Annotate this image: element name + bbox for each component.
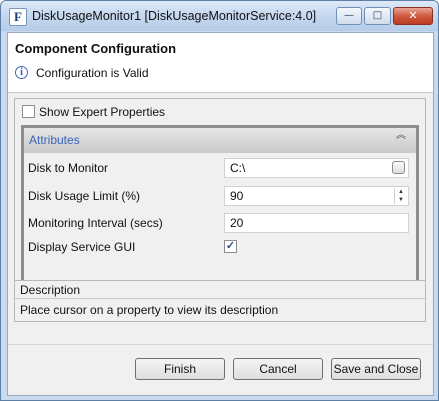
description-panel: Description Place cursor on a property t… <box>14 280 426 322</box>
description-text: Place cursor on a property to view its d… <box>20 303 279 317</box>
dialog-window: F DiskUsageMonitor1 [DiskUsageMonitorSer… <box>0 0 439 401</box>
attributes-panel: Attributes ︽ Disk to Monitor C:\ Disk Us… <box>21 125 419 297</box>
disk-usage-limit-label: Disk Usage Limit (%) <box>28 189 141 203</box>
close-button[interactable]: ✕ <box>393 7 433 25</box>
description-title: Description <box>20 283 81 297</box>
finish-button[interactable]: Finish <box>135 358 225 380</box>
disk-usage-limit-field[interactable]: 90 ▲ ▼ <box>224 186 409 206</box>
attributes-header[interactable]: Attributes ︽ <box>24 128 416 153</box>
spin-down-icon[interactable]: ▼ <box>395 196 407 204</box>
show-expert-label[interactable]: Show Expert Properties <box>39 105 165 119</box>
monitoring-interval-value: 20 <box>230 216 244 230</box>
properties-frame: Show Expert Properties Attributes ︽ Disk… <box>14 98 426 301</box>
maximize-button[interactable]: □ <box>364 7 391 25</box>
window-title: DiskUsageMonitor1 [DiskUsageMonitorServi… <box>32 9 317 23</box>
cancel-button[interactable]: Cancel <box>233 358 323 380</box>
page-title: Component Configuration <box>15 41 177 56</box>
disk-to-monitor-label: Disk to Monitor <box>28 161 109 175</box>
display-service-gui-checkbox[interactable]: ✓ <box>224 240 237 253</box>
minimize-button[interactable]: — <box>336 7 362 25</box>
browse-button[interactable] <box>392 161 405 174</box>
disk-to-monitor-value: C:\ <box>230 161 246 175</box>
display-service-gui-label: Display Service GUI <box>28 240 136 254</box>
monitoring-interval-label: Monitoring Interval (secs) <box>28 216 163 230</box>
header-area: Component Configuration i Configuration … <box>8 33 433 93</box>
save-and-close-button[interactable]: Save and Close <box>331 358 421 380</box>
collapse-icon[interactable]: ︽ <box>394 131 408 146</box>
attributes-title: Attributes <box>29 133 80 147</box>
app-icon: F <box>9 8 27 26</box>
info-icon: i <box>15 66 28 79</box>
description-divider <box>15 298 425 299</box>
show-expert-checkbox[interactable] <box>22 105 35 118</box>
usage-limit-spinner[interactable]: ▲ ▼ <box>394 188 407 204</box>
title-bar[interactable]: F DiskUsageMonitor1 [DiskUsageMonitorSer… <box>1 1 438 31</box>
button-bar-divider <box>8 344 433 345</box>
disk-usage-limit-value: 90 <box>230 189 244 203</box>
validation-status: Configuration is Valid <box>36 66 149 80</box>
disk-to-monitor-field[interactable]: C:\ <box>224 158 409 178</box>
monitoring-interval-field[interactable]: 20 <box>224 213 409 233</box>
dialog-content: Component Configuration i Configuration … <box>7 32 434 396</box>
spin-up-icon[interactable]: ▲ <box>395 188 407 196</box>
